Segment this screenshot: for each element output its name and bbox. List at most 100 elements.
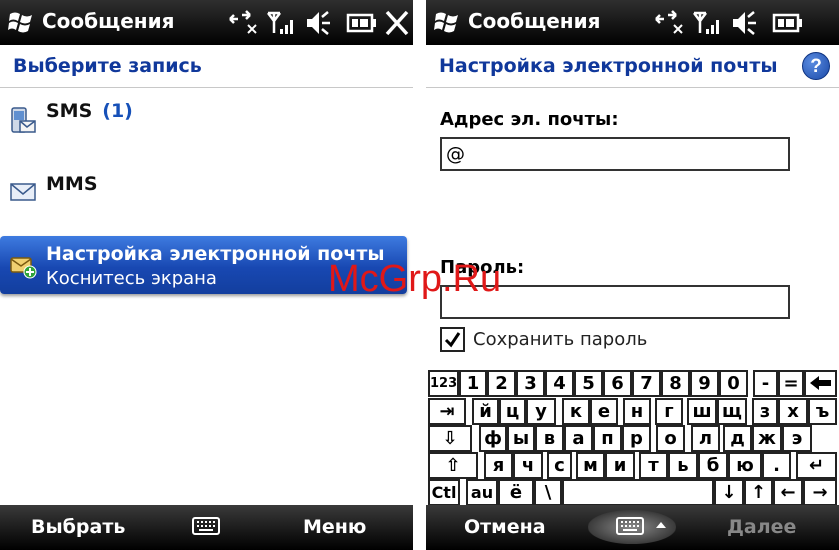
arrow-down-key[interactable]: ↓ — [714, 479, 744, 506]
key[interactable]: щ — [717, 398, 747, 425]
key[interactable]: . — [762, 452, 791, 479]
key[interactable]: 2 — [487, 370, 516, 397]
backspace-key[interactable] — [804, 370, 837, 397]
windows-start-icon[interactable] — [434, 10, 460, 34]
password-field[interactable] — [440, 285, 790, 319]
key[interactable]: д — [723, 425, 752, 452]
ctrl-key[interactable]: Ctl — [428, 479, 460, 506]
key[interactable]: е — [590, 398, 618, 425]
key[interactable]: 3 — [516, 370, 545, 397]
key[interactable]: - — [753, 370, 778, 397]
email-field[interactable]: @ — [440, 137, 790, 171]
close-icon[interactable] — [384, 9, 410, 37]
list-item-mms[interactable]: MMS — [0, 165, 413, 229]
next-softkey[interactable]: Далее — [727, 516, 796, 538]
key[interactable]: 7 — [632, 370, 661, 397]
key[interactable]: и — [605, 452, 635, 479]
key[interactable]: 8 — [661, 370, 690, 397]
keyboard-row-numbers: 123 1 2 3 4 5 6 7 8 9 0 - = — [426, 370, 839, 397]
key[interactable]: ц — [499, 398, 526, 425]
key[interactable]: ш — [687, 398, 717, 425]
key[interactable]: х — [778, 398, 808, 425]
save-password-checkbox[interactable] — [440, 327, 465, 352]
caps-key[interactable]: ⇩ — [428, 425, 472, 452]
cancel-softkey[interactable]: Отмена — [464, 516, 546, 538]
help-icon[interactable]: ? — [802, 52, 830, 80]
enter-key[interactable]: ↵ — [796, 452, 837, 479]
key[interactable]: й — [472, 398, 499, 425]
key[interactable]: ю — [728, 452, 762, 479]
keyboard-row-2: ⇩ ф ы в а п р о л д ж э — [426, 425, 839, 452]
key[interactable]: а — [564, 425, 593, 452]
keyboard-icon[interactable] — [616, 517, 644, 535]
shift-key[interactable]: ⇧ — [428, 452, 478, 479]
key[interactable]: г — [655, 398, 683, 425]
key[interactable]: я — [484, 452, 513, 479]
key-123[interactable]: 123 — [428, 370, 459, 397]
key[interactable]: ф — [479, 425, 507, 452]
key[interactable]: р — [622, 425, 651, 452]
battery-icon[interactable] — [772, 9, 804, 37]
on-screen-keyboard: 123 1 2 3 4 5 6 7 8 9 0 - = ⇥ й ц у к е … — [426, 366, 839, 506]
key[interactable]: в — [535, 425, 564, 452]
list-item-label: MMS — [46, 173, 98, 195]
messaging-screen: Сообщения Выберите запись SMS (1) MMS На… — [0, 0, 413, 550]
key[interactable]: \ — [534, 479, 562, 506]
key[interactable]: 4 — [545, 370, 574, 397]
windows-start-icon[interactable] — [8, 10, 34, 34]
arrow-right-key[interactable]: → — [803, 479, 837, 506]
arrow-left-key[interactable]: ← — [773, 479, 803, 506]
key[interactable]: 5 — [574, 370, 603, 397]
list-item-email-setup[interactable]: Настройка электронной почты Коснитесь эк… — [0, 236, 407, 294]
key[interactable]: л — [691, 425, 720, 452]
keyboard-row-3: ⇧ я ч с м и т ь б ю . ↵ — [426, 452, 839, 479]
key[interactable]: м — [576, 452, 605, 479]
key[interactable]: = — [778, 370, 804, 397]
volume-icon[interactable] — [304, 9, 332, 37]
connectivity-icon[interactable] — [654, 9, 684, 37]
key[interactable]: 9 — [690, 370, 719, 397]
key[interactable]: 0 — [719, 370, 748, 397]
tab-key[interactable]: ⇥ — [428, 398, 466, 425]
key[interactable]: с — [547, 452, 572, 479]
key[interactable]: з — [752, 398, 778, 425]
email-setup-icon — [10, 257, 37, 279]
key[interactable]: ё — [498, 479, 534, 506]
key[interactable]: п — [593, 425, 622, 452]
key[interactable]: о — [656, 425, 685, 452]
volume-icon[interactable] — [730, 9, 758, 37]
key[interactable]: н — [623, 398, 651, 425]
key[interactable]: к — [562, 398, 590, 425]
key[interactable]: у — [526, 398, 556, 425]
signal-icon[interactable] — [266, 9, 296, 37]
space-key[interactable] — [562, 479, 714, 506]
arrow-up-key[interactable]: ↑ — [744, 479, 773, 506]
key[interactable]: т — [639, 452, 668, 479]
page-title: Настройка электронной почты — [439, 55, 778, 77]
key[interactable]: 1 — [459, 370, 487, 397]
key[interactable]: ы — [507, 425, 535, 452]
select-softkey[interactable]: Выбрать — [31, 516, 125, 538]
key[interactable]: ч — [513, 452, 543, 479]
connectivity-icon[interactable] — [228, 9, 258, 37]
key[interactable]: ъ — [808, 398, 837, 425]
title-bar: Сообщения — [0, 0, 413, 45]
battery-icon[interactable] — [346, 9, 378, 37]
key[interactable]: 6 — [603, 370, 632, 397]
keyboard-icon[interactable] — [192, 517, 220, 535]
key[interactable]: э — [782, 425, 812, 452]
list-item-sms[interactable]: SMS (1) — [0, 92, 413, 156]
softkey-bar: Выбрать Меню — [0, 505, 413, 550]
accent-key[interactable]: au — [466, 479, 498, 506]
softkey-bar: Отмена Далее — [426, 505, 839, 550]
unread-count: (1) — [102, 100, 133, 122]
backspace-icon — [809, 376, 831, 390]
signal-icon[interactable] — [692, 9, 722, 37]
page-title: Выберите запись — [13, 55, 202, 77]
key[interactable]: ь — [668, 452, 698, 479]
key[interactable]: ж — [752, 425, 782, 452]
key[interactable]: б — [698, 452, 728, 479]
menu-softkey[interactable]: Меню — [303, 516, 366, 538]
caret-up-icon[interactable] — [655, 520, 667, 529]
list-item-sublabel: Коснитесь экрана — [46, 268, 217, 289]
